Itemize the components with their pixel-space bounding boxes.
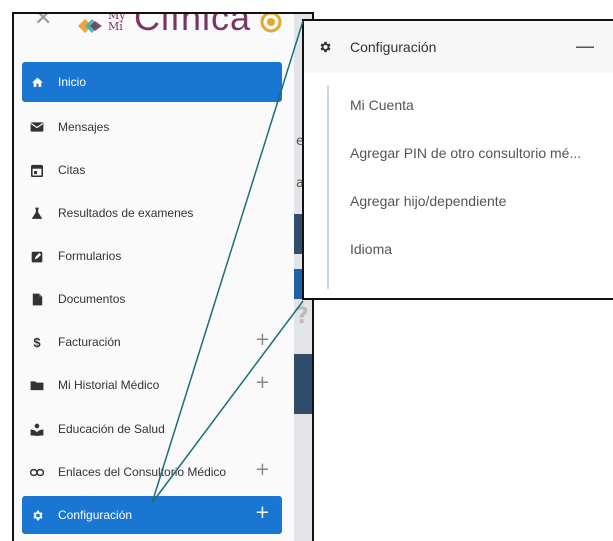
sidebar-header: ✕ My Mí Clínica [14, 14, 294, 54]
submenu-item-idioma[interactable]: Idioma [350, 241, 392, 257]
submenu-item-agregar-pin[interactable]: Agregar PIN de otro consultorio mé... [350, 145, 581, 161]
sidebar-item-label: Mensajes [58, 120, 110, 134]
configuracion-submenu-callout: Configuración — Mi Cuenta Agregar PIN de… [302, 19, 613, 300]
sidebar-item-mensajes[interactable]: Mensajes [22, 108, 282, 146]
logo-small-text: My Mí [108, 12, 126, 33]
sidebar-item-citas[interactable]: Citas [22, 151, 282, 189]
dollar-icon: $ [33, 334, 41, 350]
sidebar-item-configuracion[interactable]: Configuración + [22, 496, 282, 534]
close-icon[interactable]: ✕ [34, 14, 52, 31]
submenu-item-agregar-hijo[interactable]: Agregar hijo/dependiente [350, 193, 506, 209]
sidebar-item-label: Resultados de examenes [58, 206, 194, 220]
flask-icon [30, 206, 44, 220]
submenu-item-mi-cuenta[interactable]: Mi Cuenta [350, 97, 414, 113]
calendar-icon [30, 163, 44, 177]
gear-icon [318, 40, 332, 54]
sidebar-item-formularios[interactable]: Formularios [22, 237, 282, 275]
sidebar-item-facturacion[interactable]: $ Facturación + [22, 323, 282, 361]
reader-icon [30, 422, 44, 436]
sidebar-item-enlaces-del-consultorio-medico[interactable]: Enlaces del Consultorio Médico + [22, 453, 282, 491]
expand-plus-icon[interactable]: + [255, 504, 270, 522]
sidebar-item-label: Documentos [58, 292, 126, 306]
sidebar-item-educacion-de-salud[interactable]: Educación de Salud [22, 410, 282, 448]
document-icon [30, 292, 44, 306]
sidebar-item-mi-historial-medico[interactable]: Mi Historial Médico + [22, 366, 282, 404]
home-icon [30, 75, 44, 89]
submenu-title: Configuración [350, 39, 437, 55]
sidebar-item-documentos[interactable]: Documentos [22, 280, 282, 318]
submenu-indent-rule [327, 85, 329, 289]
logo-diamond-icon [78, 19, 102, 33]
sidebar-item-resultados-de-examenes[interactable]: Resultados de examenes [22, 194, 282, 232]
logo-text: Clínica [134, 12, 252, 38]
expand-plus-icon[interactable]: + [255, 461, 270, 479]
sidebar-screenshot-frame: e a ? ✕ My Mí Clínica Inicio Mensajes Ci… [12, 12, 314, 541]
sidebar-item-label: Configuración [58, 508, 133, 522]
link-icon [30, 465, 44, 479]
form-edit-icon [30, 249, 44, 263]
sidebar-item-label: Inicio [58, 75, 87, 89]
sidebar: ✕ My Mí Clínica Inicio Mensajes Citas Result… [14, 14, 294, 541]
collapse-icon[interactable]: — [575, 34, 595, 58]
expand-plus-icon[interactable]: + [255, 331, 270, 349]
sidebar-item-label: Formularios [58, 249, 122, 263]
gear-icon [30, 508, 44, 522]
submenu-header[interactable]: Configuración — [304, 21, 613, 73]
sidebar-item-label: Enlaces del Consultorio Médico [58, 465, 227, 479]
folder-icon [30, 378, 44, 392]
sidebar-item-label: Facturación [58, 335, 121, 349]
logo-sun-icon [260, 14, 282, 33]
sidebar-item-label: Citas [58, 163, 86, 177]
expand-plus-icon[interactable]: + [255, 374, 270, 392]
envelope-icon [30, 120, 44, 134]
sidebar-item-label: Mi Historial Médico [58, 378, 160, 392]
sidebar-item-label: Educación de Salud [58, 422, 165, 436]
sidebar-item-inicio[interactable]: Inicio [22, 62, 282, 102]
